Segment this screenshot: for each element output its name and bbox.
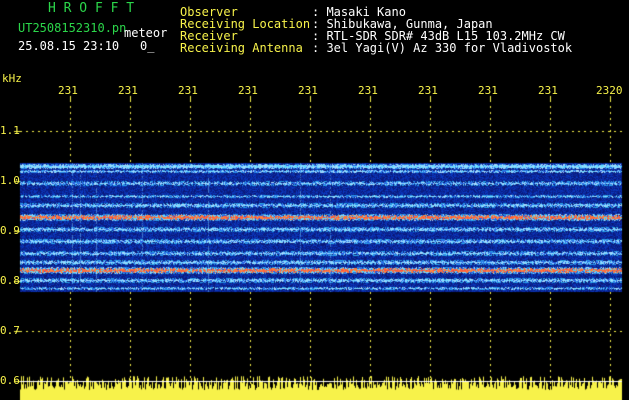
y-tick-label: 0.9 xyxy=(0,224,20,237)
x-tick-label: 231 xyxy=(178,84,198,97)
filename-suffix: meteor xyxy=(124,26,168,40)
filename: UT2508152310.pn xyxy=(18,21,127,35)
x-tick-label: 231 xyxy=(418,84,438,97)
x-tick-label: 231 xyxy=(478,84,498,97)
datetime: 25.08.15 23:10 xyxy=(18,39,120,53)
y-tick-label: 0.8 xyxy=(0,274,20,287)
x-tick-label: 231 xyxy=(358,84,378,97)
spectrogram xyxy=(0,0,629,400)
y-tick-label: 0.6 xyxy=(0,374,20,387)
x-tick-label: 231 xyxy=(58,84,78,97)
y-unit-label: kHz xyxy=(2,72,22,85)
datetime-extra: 0_ xyxy=(140,39,155,53)
y-tick-label: 1.1 xyxy=(0,124,20,137)
x-tick-label: 231 xyxy=(118,84,138,97)
y-tick-label: 1.0 xyxy=(0,174,20,187)
antenna-value: : 3el Yagi(V) Az 330 for Vladivostok xyxy=(312,41,573,55)
y-tick-label: 0.7 xyxy=(0,324,20,337)
antenna-label: Receiving Antenna xyxy=(180,41,303,55)
x-tick-label: 231 xyxy=(298,84,318,97)
x-tick-label: 231 xyxy=(538,84,558,97)
x-tick-label: 2320 xyxy=(596,84,623,97)
x-tick-label: 231 xyxy=(238,84,258,97)
brand-title: H R O F F T xyxy=(48,1,135,16)
